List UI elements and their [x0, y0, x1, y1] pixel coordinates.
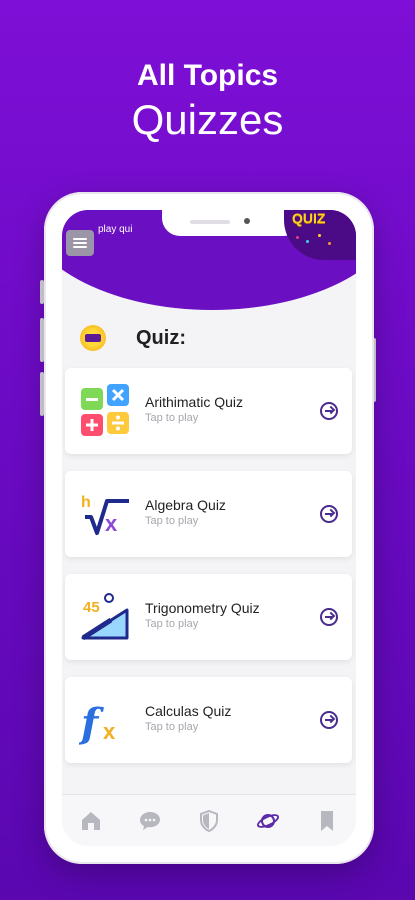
menu-icon-bar — [73, 238, 87, 240]
svg-text:h: h — [81, 494, 91, 511]
phone-frame: play qui QUIZ Quiz: Arithimatic Quiz Tap… — [44, 192, 374, 864]
quiz-name: Arithimatic Quiz — [145, 394, 244, 410]
calculus-icon: f x — [79, 700, 116, 747]
quiz-card-arithmetic[interactable]: Arithimatic Quiz Tap to play — [65, 368, 352, 454]
quiz-subtitle: Tap to play — [145, 721, 199, 733]
phone-notch — [162, 210, 302, 236]
app-screen: play qui QUIZ Quiz: Arithimatic Quiz Tap… — [62, 210, 356, 846]
quiz-name: Calculas Quiz — [145, 703, 232, 719]
menu-icon-bar — [73, 242, 87, 244]
menu-button[interactable] — [66, 230, 94, 256]
bookmark-icon[interactable] — [315, 809, 339, 833]
speaker-grille — [190, 220, 230, 224]
arrow-right-circle-icon[interactable] — [320, 505, 338, 523]
sparkle — [328, 242, 331, 245]
promo-line-2: Quizzes — [131, 96, 284, 143]
planet-icon[interactable] — [256, 809, 280, 833]
sparkle — [318, 234, 321, 237]
quiz-name: Algebra Quiz — [145, 497, 226, 513]
sparkle — [306, 240, 309, 243]
svg-text:45: 45 — [83, 599, 100, 616]
quiz-subtitle: Tap to play — [145, 515, 199, 527]
section-header: Quiz: — [80, 322, 186, 354]
quiz-logo-text: QUIZ — [292, 210, 326, 226]
arithmetic-icon — [81, 384, 129, 436]
arrow-right-circle-icon[interactable] — [320, 402, 338, 420]
arrow-right-circle-icon[interactable] — [320, 608, 338, 626]
quiz-subtitle: Tap to play — [145, 618, 199, 630]
arrow-right-circle-icon[interactable] — [320, 711, 338, 729]
menu-icon-bar — [73, 246, 87, 248]
quiz-card-algebra[interactable]: h x Algebra Quiz Tap to play — [65, 471, 352, 557]
promo-headline: All Topics Quizzes — [0, 58, 415, 144]
quiz-card-calculus[interactable]: f x Calculas Quiz Tap to play — [65, 677, 352, 763]
quiz-subtitle: Tap to play — [145, 412, 199, 424]
sparkle — [296, 236, 299, 239]
home-icon[interactable] — [79, 809, 103, 833]
promo-line-1: All Topics — [136, 59, 279, 92]
shield-icon[interactable] — [197, 809, 221, 833]
algebra-icon: h x — [81, 494, 129, 536]
svg-text:x: x — [105, 511, 118, 536]
svg-text:x: x — [103, 719, 116, 744]
quiz-badge-icon — [80, 325, 106, 351]
trigonometry-icon: 45 — [81, 593, 129, 641]
chat-icon[interactable] — [138, 809, 162, 833]
quiz-name: Trigonometry Quiz — [145, 600, 260, 616]
camera-icon — [244, 218, 250, 224]
bottom-navigation — [62, 794, 356, 846]
app-title: play qui — [98, 224, 133, 235]
quiz-card-trigonometry[interactable]: 45 Trigonometry Quiz Tap to play — [65, 574, 352, 660]
section-title: Quiz: — [136, 326, 186, 349]
svg-text:f: f — [79, 700, 104, 747]
